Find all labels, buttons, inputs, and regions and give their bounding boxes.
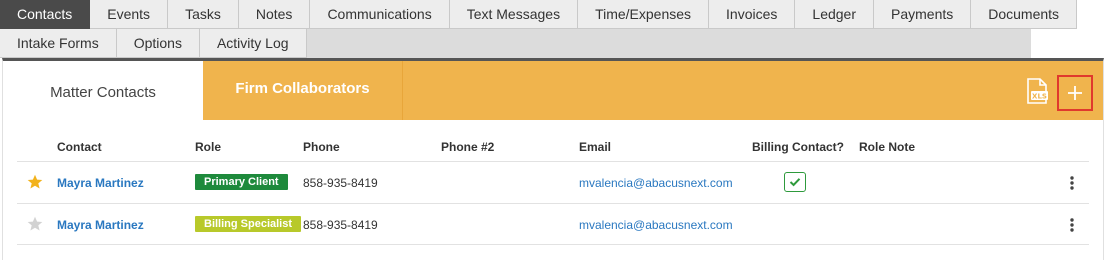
- role-badge: Billing Specialist: [195, 216, 302, 232]
- col-billing-contact[interactable]: Billing Contact?: [752, 140, 844, 154]
- star-outline-icon[interactable]: [27, 216, 43, 232]
- tab-events[interactable]: Events: [90, 0, 169, 29]
- email-link[interactable]: mvalencia@abacusnext.com: [579, 218, 733, 232]
- plus-icon: [1068, 86, 1082, 100]
- tab-contacts[interactable]: Contacts: [0, 0, 91, 29]
- xls-file-icon[interactable]: XLS: [1025, 78, 1049, 104]
- contacts-table: Contact Role Phone Phone #2 Email Billin…: [17, 133, 1089, 245]
- tab-time-expenses[interactable]: Time/Expenses: [578, 0, 710, 29]
- star-filled-icon[interactable]: [27, 174, 43, 190]
- svg-text:XLS: XLS: [1032, 93, 1047, 101]
- col-email[interactable]: Email: [579, 140, 611, 154]
- contact-name-link[interactable]: Mayra Martinez: [57, 218, 144, 232]
- tab-row-2: Intake Forms Options Activity Log: [0, 29, 307, 58]
- contacts-panel: Matter Contacts Firm Collaborators XLS C…: [2, 58, 1104, 260]
- tab-notes[interactable]: Notes: [238, 0, 311, 29]
- check-icon: [789, 178, 801, 187]
- table-row: Mayra Martinez Billing Specialist 858-93…: [17, 203, 1089, 245]
- tab-activity-log[interactable]: Activity Log: [199, 29, 307, 58]
- col-phone2[interactable]: Phone #2: [441, 140, 494, 154]
- tab-row-1: Contacts Events Tasks Notes Communicatio…: [0, 0, 1078, 29]
- role-badge: Primary Client: [195, 174, 288, 190]
- tab-ledger[interactable]: Ledger: [795, 0, 874, 29]
- top-tab-strip: Contacts Events Tasks Notes Communicatio…: [0, 0, 1078, 58]
- col-contact[interactable]: Contact: [57, 140, 102, 154]
- col-role[interactable]: Role: [195, 140, 221, 154]
- subtab-bar: Matter Contacts Firm Collaborators XLS: [3, 61, 1103, 120]
- phone-value: 858-935-8419: [303, 218, 378, 232]
- add-contact-button[interactable]: [1057, 75, 1093, 111]
- col-phone[interactable]: Phone: [303, 140, 340, 154]
- email-link[interactable]: mvalencia@abacusnext.com: [579, 176, 733, 190]
- col-role-note[interactable]: Role Note: [859, 140, 915, 154]
- billing-contact-checkbox[interactable]: [784, 172, 806, 192]
- subtab-firm-collaborators[interactable]: Firm Collaborators: [203, 61, 403, 120]
- tab-tasks[interactable]: Tasks: [168, 0, 239, 29]
- phone-value: 858-935-8419: [303, 176, 378, 190]
- contact-name-link[interactable]: Mayra Martinez: [57, 176, 144, 190]
- table-header: Contact Role Phone Phone #2 Email Billin…: [17, 133, 1089, 161]
- tab-text-messages[interactable]: Text Messages: [449, 0, 579, 29]
- tab-payments[interactable]: Payments: [874, 0, 972, 29]
- kebab-menu-icon[interactable]: [1068, 175, 1076, 191]
- tab-options[interactable]: Options: [116, 29, 200, 58]
- kebab-menu-icon[interactable]: [1068, 217, 1076, 233]
- subtab-matter-contacts[interactable]: Matter Contacts: [3, 61, 203, 120]
- tab-invoices[interactable]: Invoices: [709, 0, 796, 29]
- tab-intake-forms[interactable]: Intake Forms: [0, 29, 117, 58]
- tab-documents[interactable]: Documents: [971, 0, 1078, 29]
- table-row: Mayra Martinez Primary Client 858-935-84…: [17, 161, 1089, 203]
- tab-communications[interactable]: Communications: [310, 0, 450, 29]
